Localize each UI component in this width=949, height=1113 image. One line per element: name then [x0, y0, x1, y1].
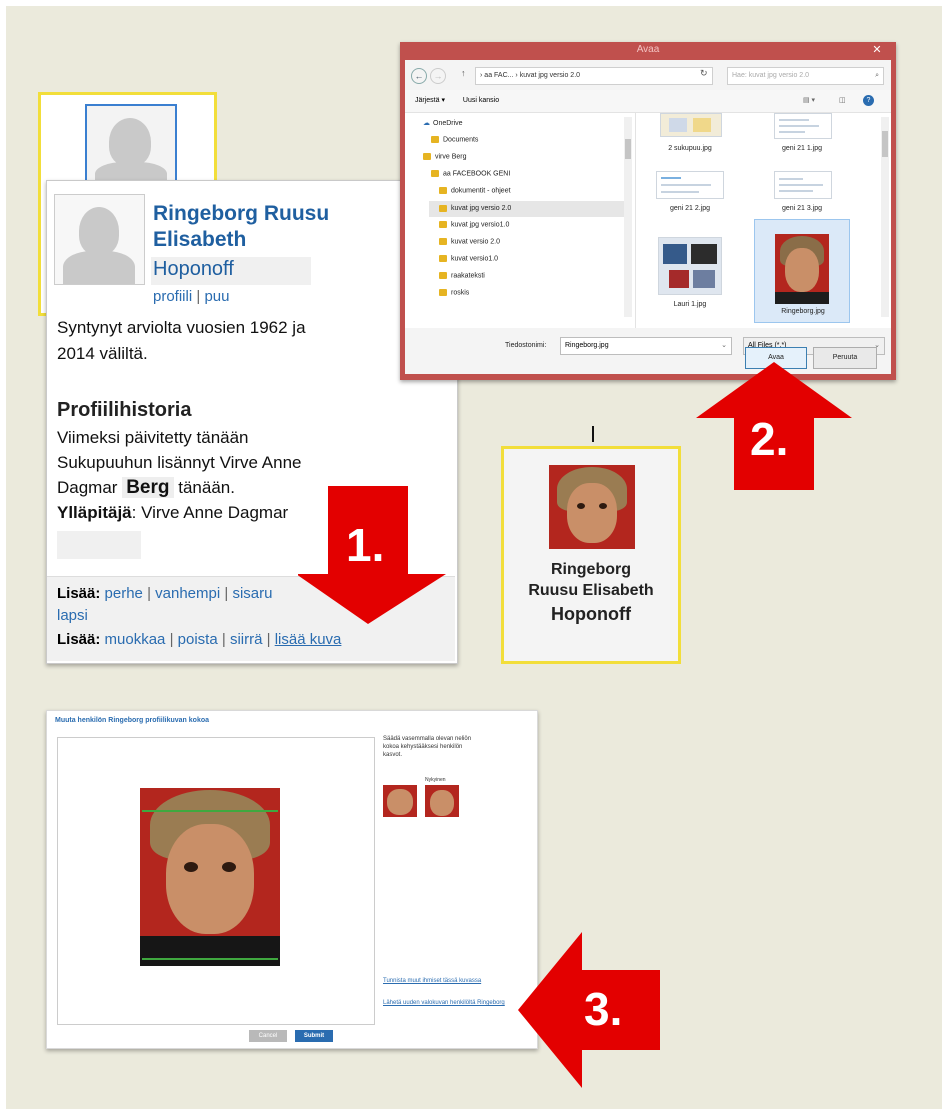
filename-input[interactable]: Ringeborg.jpg ⌄: [560, 337, 732, 355]
history-heading: Profiilihistoria: [57, 399, 192, 421]
result-name-line2[interactable]: Ruusu Elisabeth: [504, 580, 678, 601]
file-item[interactable]: Lauri 1.jpg: [642, 237, 738, 317]
step-3-label: 3.: [584, 983, 623, 1035]
result-name-line3[interactable]: Hoponoff: [504, 601, 678, 627]
nav-scrollbar[interactable]: [624, 117, 632, 317]
tag-people-link[interactable]: Tunnista muut ihmiset tässä kuvassa: [383, 977, 503, 985]
canvas: Ringeborg Ruusu Elisabeth Hoponoff profi…: [6, 6, 942, 1109]
file-item[interactable]: geni 21 3.jpg: [754, 171, 850, 221]
tree-link[interactable]: puu: [204, 288, 229, 305]
birth-info: Syntynyt arviolta vuosien 1962 ja 2014 v…: [57, 318, 306, 363]
add-family-link[interactable]: perhe: [105, 585, 143, 602]
search-input[interactable]: Hae: kuvat jpg versio 2.0 ⌕: [727, 67, 884, 85]
file-grid: 2 sukupuu.jpg geni 21 1.jpg geni 21 2.jp…: [636, 113, 891, 328]
result-name-line1[interactable]: Ringeborg: [504, 559, 678, 580]
back-icon[interactable]: ←: [411, 68, 427, 84]
nav-item[interactable]: kuvat versio1.0: [439, 255, 498, 262]
file-item-selected[interactable]: Ringeborg.jpg: [754, 219, 850, 323]
profile-link[interactable]: profiili: [153, 288, 192, 305]
cloud-icon: ☁: [423, 120, 430, 127]
step-1-label: 1.: [346, 519, 385, 571]
cancel-button[interactable]: Cancel: [249, 1030, 287, 1042]
dialog-title: Avaa: [636, 44, 660, 55]
move-link[interactable]: siirrä: [230, 631, 263, 648]
nav-item-selected[interactable]: kuvat jpg versio 2.0: [429, 201, 629, 217]
new-folder-button[interactable]: Uusi kansio: [463, 97, 499, 104]
crop-image: [140, 788, 280, 966]
nav-item[interactable]: dokumentit - ohjeet: [439, 187, 511, 194]
nav-item[interactable]: raakateksti: [439, 272, 485, 279]
add-photo-link[interactable]: lisää kuva: [275, 631, 342, 648]
add-child-link[interactable]: lapsi: [57, 607, 88, 624]
edit-link[interactable]: muokkaa: [105, 631, 166, 648]
preview-label: Nykyinen: [425, 777, 446, 783]
request-photo-link[interactable]: Lähetä uuden valokuvan henkilöltä Ringeb…: [383, 999, 523, 1007]
filename-label: Tiedostonimi:: [505, 342, 547, 349]
preview-small: [383, 785, 417, 817]
organize-button[interactable]: Järjestä ▾: [415, 97, 445, 104]
submit-button[interactable]: Submit: [295, 1030, 333, 1042]
nav-item[interactable]: Documents: [431, 136, 478, 143]
step-2-label: 2.: [750, 413, 789, 465]
help-icon[interactable]: ?: [863, 95, 874, 106]
maiden-name: Hoponoff: [151, 257, 311, 285]
crop-box[interactable]: [142, 810, 278, 960]
nav-item[interactable]: kuvat jpg versio1.0: [439, 221, 509, 228]
nav-item[interactable]: roskis: [439, 289, 469, 296]
delete-link[interactable]: poista: [178, 631, 218, 648]
refresh-icon[interactable]: ↻: [700, 68, 708, 79]
nav-pane: ☁ OneDrive Documents virve Berg aa FACEBO…: [405, 113, 636, 328]
preview-current: [425, 785, 459, 817]
search-icon: ⌕: [875, 72, 879, 79]
profile-photo: [549, 465, 635, 549]
crop-instructions: Säädä vasemmalla olevan neliön kokoa keh…: [383, 736, 472, 758]
nav-item[interactable]: virve Berg: [423, 153, 467, 160]
nav-item[interactable]: aa FACEBOOK GENI: [431, 170, 510, 177]
portrait-thumbnail: [775, 234, 829, 304]
pane-icon[interactable]: ◫: [839, 90, 846, 112]
dialog-toolbar: Järjestä ▾ Uusi kansio ▤ ▾ ◫ ?: [405, 90, 891, 113]
view-icon[interactable]: ▤ ▾: [803, 90, 815, 112]
file-scrollbar[interactable]: [881, 117, 889, 317]
crop-panel: Muuta henkilön Ringeborg profiilikuvan k…: [46, 710, 538, 1049]
address-bar[interactable]: › aa FAC... › kuvat jpg versio 2.0: [475, 67, 713, 85]
forward-icon[interactable]: →: [430, 68, 446, 84]
add-parent-link[interactable]: vanhempi: [155, 585, 220, 602]
avatar: [54, 194, 145, 285]
file-item[interactable]: 2 sukupuu.jpg: [642, 113, 738, 163]
redacted-box: [57, 531, 141, 559]
crop-area[interactable]: [57, 737, 375, 1025]
add-sibling-link[interactable]: sisaru: [232, 585, 272, 602]
up-icon[interactable]: ↑: [461, 68, 466, 78]
close-icon[interactable]: ✕: [866, 42, 888, 58]
file-item[interactable]: geni 21 2.jpg: [642, 171, 738, 221]
file-open-dialog: Avaa ✕ ← → ↑ › aa FAC... › kuvat jpg ver…: [400, 42, 896, 380]
text-cursor-icon: [592, 426, 594, 442]
nav-item[interactable]: kuvat versio 2.0: [439, 238, 500, 245]
result-profile-card: Ringeborg Ruusu Elisabeth Hoponoff: [501, 446, 681, 664]
file-item[interactable]: geni 21 1.jpg: [754, 113, 850, 163]
crop-title: Muuta henkilön Ringeborg profiilikuvan k…: [55, 717, 210, 724]
nav-item[interactable]: ☁ OneDrive: [423, 119, 463, 127]
chevron-down-icon: ⌄: [721, 342, 727, 349]
